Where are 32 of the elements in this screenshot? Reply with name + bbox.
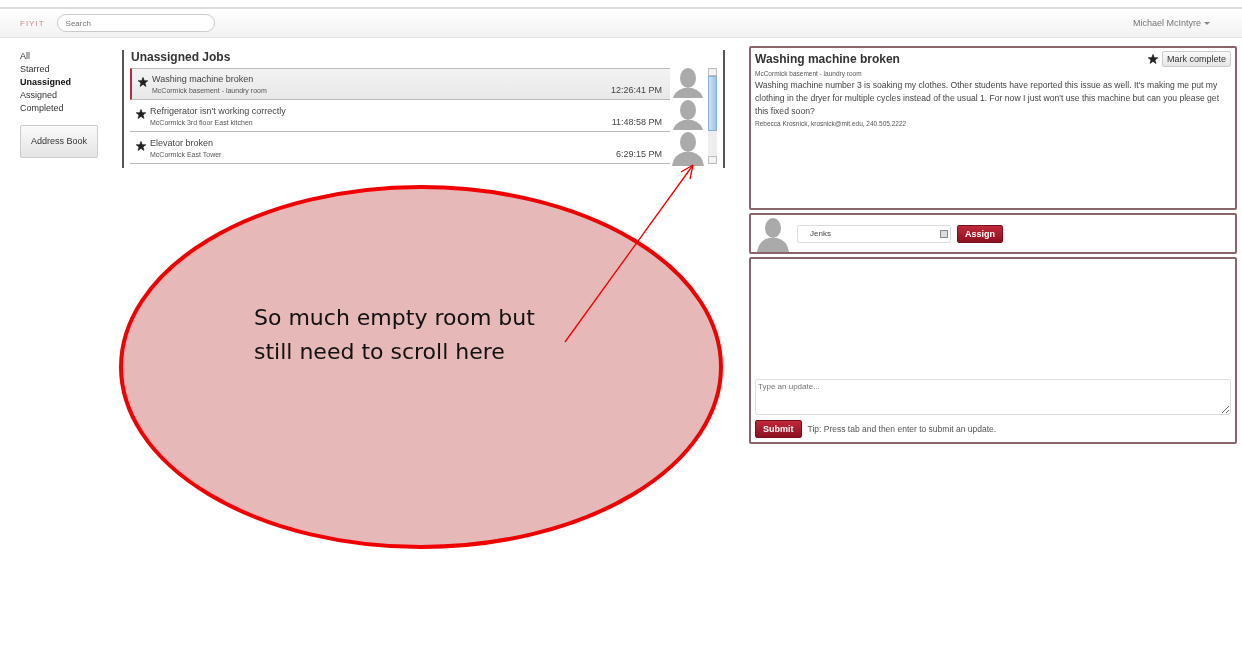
star-icon[interactable] [136,140,146,151]
star-icon[interactable] [138,77,148,87]
update-field[interactable]: Type an update... [755,379,1231,415]
assignee-dropdown[interactable]: Jenks [797,224,951,243]
job-title: Elevator broken [150,137,215,148]
job-time: 6:29:15 PM [615,149,662,159]
section-title: Unassigned Jobs [131,50,232,64]
sidebar-item[interactable]: All [20,50,120,63]
search-field[interactable]: Search [56,14,215,32]
mark-complete-button[interactable]: Mark complete [1161,51,1231,67]
job-title: Washing machine broken [755,52,901,66]
assign-button[interactable]: Assign [957,224,1003,243]
star-icon[interactable] [136,108,146,119]
sidebar-item[interactable]: Starred [20,63,120,76]
tip-text: Tip: Press tab and then enter to submit an update. [807,424,997,434]
job-title: Washing machine broken [152,74,255,84]
job-description: Washing machine number 3 is soaking my clothes. Other students have reported this issue as well. It's making me put my clothing in the dryer for multiple cycles instead of the usual 1. For now I just won't use this machine but can you please get this fixed soon? [755,79,1221,118]
address-book-button[interactable]: Address Book [20,125,98,158]
sidebar-item[interactable]: Completed [20,102,120,115]
job-time: 11:48:58 PM [611,117,662,127]
caret-icon [1204,21,1210,25]
user-menu[interactable]: Michael McIntyre [1132,18,1210,28]
avatar-icon [670,129,706,166]
job-time: 12:26:41 PM [610,85,662,95]
submit-button[interactable]: Submit [755,420,802,438]
scrollbar[interactable] [708,68,717,164]
job-title: Refrigerator isn't working correctly [150,105,287,116]
annotation-text: So much empty room but still need to scroll here [254,304,536,366]
avatar-icon [755,215,791,252]
sidebar-item[interactable]: Assigned [20,89,120,102]
star-icon[interactable] [1147,54,1158,64]
sidebar-item[interactable]: Unassigned [20,76,120,89]
